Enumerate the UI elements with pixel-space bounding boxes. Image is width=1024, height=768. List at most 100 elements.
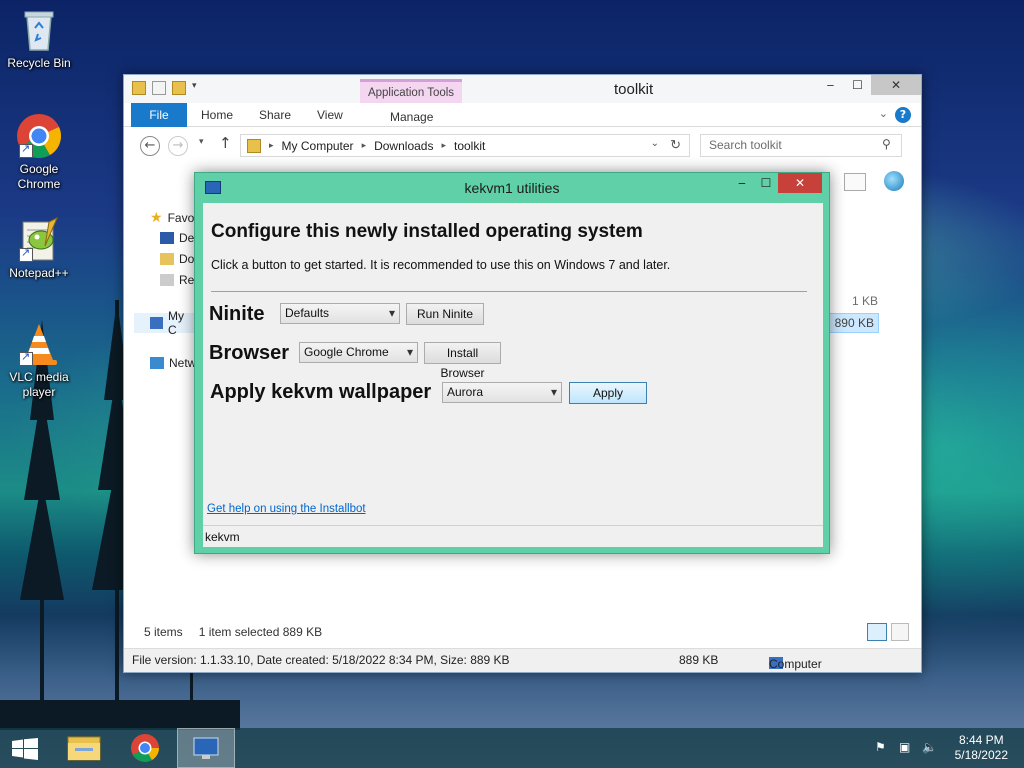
maximize-button[interactable]: ☐ xyxy=(754,173,778,193)
back-button[interactable]: ← xyxy=(140,136,160,156)
run-ninite-button[interactable]: Run Ninite xyxy=(406,303,484,325)
customize-toolbar-icon[interactable]: ▾ xyxy=(192,81,197,95)
close-button[interactable]: ✕ xyxy=(778,173,822,193)
nav-desktop-label: De xyxy=(179,231,195,245)
refresh-icon[interactable]: ↻ xyxy=(670,137,681,153)
apply-wallpaper-button[interactable]: Apply xyxy=(569,382,647,404)
minimize-button[interactable]: ‒ xyxy=(817,75,844,95)
help-link[interactable]: Get help on using the Installbot xyxy=(207,503,366,515)
minimize-button[interactable]: ‒ xyxy=(730,173,754,193)
preview-pane-icon[interactable] xyxy=(844,173,866,191)
recycle-bin-icon xyxy=(15,6,63,54)
nav-network[interactable]: Netw xyxy=(150,356,196,370)
file-size: 1 KB xyxy=(852,294,879,308)
monitor-icon xyxy=(193,737,219,759)
taskbar: ⚑ ▣ 🔈 8:44 PM 5/18/2022 xyxy=(0,728,1024,768)
nav-desktop[interactable]: De xyxy=(160,231,194,245)
divider xyxy=(211,291,807,292)
close-button[interactable]: ✕ xyxy=(871,75,921,95)
dialog-body: Configure this newly installed operating… xyxy=(203,203,823,547)
tab-share[interactable]: Share xyxy=(259,108,291,122)
breadcrumb-separator-icon: ▸ xyxy=(361,140,367,150)
dialog-title-bar[interactable]: kekvm1 utilities ‒ ☐ ✕ xyxy=(195,173,829,203)
explorer-title: toolkit xyxy=(614,81,654,98)
tab-file[interactable]: File xyxy=(131,103,187,127)
volume-muted-icon[interactable]: 🔈 xyxy=(922,740,938,756)
nav-favorites[interactable]: ★ Favo xyxy=(150,209,194,226)
nav-documents-label: Do xyxy=(179,252,195,266)
new-folder-icon[interactable] xyxy=(172,81,186,95)
browser-select[interactable]: Google Chrome xyxy=(299,342,418,363)
clock[interactable]: 8:44 PM 5/18/2022 xyxy=(955,733,1008,763)
help-icon[interactable]: ? xyxy=(895,107,911,123)
windows-start-icon[interactable] xyxy=(12,738,38,760)
properties-icon[interactable] xyxy=(152,81,166,95)
desktop-icon xyxy=(160,232,174,244)
nav-my-computer[interactable]: My C xyxy=(134,309,194,337)
selected-size: 889 KB xyxy=(282,625,323,639)
folder-icon[interactable] xyxy=(132,81,146,95)
clock-time: 8:44 PM xyxy=(958,733,1004,747)
shortcut-arrow-icon xyxy=(19,246,33,262)
breadcrumb-toolkit[interactable]: toolkit xyxy=(454,139,485,153)
nav-documents[interactable]: Do xyxy=(160,252,194,266)
tab-view[interactable]: View xyxy=(317,108,343,122)
selected-count: 1 item selected xyxy=(198,625,280,639)
taskbar-kekvm-utilities[interactable] xyxy=(177,728,235,768)
desktop-icon-google-chrome[interactable]: Google Chrome xyxy=(2,112,76,192)
application-tools-label: Application Tools xyxy=(367,87,455,99)
shortcut-arrow-icon xyxy=(19,350,33,366)
ninite-select[interactable]: Defaults xyxy=(280,303,400,324)
wallpaper-select[interactable]: Aurora xyxy=(442,382,562,403)
kekvm-utilities-dialog[interactable]: kekvm1 utilities ‒ ☐ ✕ Configure this ne… xyxy=(194,172,830,554)
quick-access-toolbar: ▾ xyxy=(132,81,197,95)
network-icon[interactable]: ▣ xyxy=(899,740,915,756)
shortcut-arrow-icon xyxy=(19,142,33,158)
search-input[interactable]: Search toolkit xyxy=(700,134,902,157)
search-icon[interactable]: ⚲ xyxy=(882,137,891,151)
recent-places-icon xyxy=(160,274,174,286)
dialog-heading: Configure this newly installed operating… xyxy=(211,221,643,242)
taskbar-file-explorer[interactable] xyxy=(55,728,113,768)
address-dropdown-icon[interactable]: ⌄ xyxy=(651,138,659,149)
address-row: ← → ▾ ↑ ▸ My Computer ▸ Downloads ▸ tool… xyxy=(124,127,921,161)
desktop-icon-label: Notepad++ xyxy=(9,266,69,280)
details-bar: File version: 1.1.33.10, Date created: 5… xyxy=(124,648,921,672)
desktop-icon-notepad-plus-plus[interactable]: Notepad++ xyxy=(2,216,76,281)
tab-manage[interactable]: Manage xyxy=(390,110,433,124)
tab-home[interactable]: Home xyxy=(201,108,233,122)
explorer-title-bar[interactable]: ▾ Application Tools toolkit ‒ ☐ ✕ xyxy=(124,75,921,125)
recent-locations-icon[interactable]: ▾ xyxy=(199,137,204,147)
folder-icon xyxy=(247,138,261,153)
details-view-icon[interactable] xyxy=(867,623,887,641)
maximize-button[interactable]: ☐ xyxy=(844,75,871,95)
explorer-window-controls: ‒ ☐ ✕ xyxy=(817,75,921,95)
taskbar-chrome[interactable] xyxy=(116,728,174,768)
nav-recent[interactable]: Re xyxy=(160,273,194,287)
desktop-icon-recycle-bin[interactable]: Recycle Bin xyxy=(2,6,76,71)
chevron-down-icon[interactable]: ⌄ xyxy=(879,107,888,120)
ninite-label: Ninite xyxy=(209,303,265,325)
breadcrumb-my-computer[interactable]: My Computer xyxy=(282,139,354,153)
desktop-icon-vlc[interactable]: VLC media player xyxy=(2,320,76,400)
file-explorer-icon xyxy=(67,736,101,761)
chrome-icon xyxy=(131,734,159,762)
large-icons-view-icon[interactable] xyxy=(891,623,909,641)
nav-my-computer-label: My C xyxy=(168,309,184,337)
file-size-selected[interactable]: 890 KB xyxy=(829,313,879,333)
details-location: Computer xyxy=(769,657,822,671)
desktop-icon-label: Google Chrome xyxy=(17,162,61,191)
star-icon: ★ xyxy=(150,209,163,225)
forward-button[interactable]: → xyxy=(168,136,188,156)
explorer-status: 5 items 1 item selected 889 KB xyxy=(144,625,322,639)
nav-recent-label: Re xyxy=(179,273,195,287)
address-bar[interactable]: ▸ My Computer ▸ Downloads ▸ toolkit ⌄ ↻ xyxy=(240,134,690,157)
details-size: 889 KB xyxy=(679,653,719,667)
nav-network-label: Netw xyxy=(169,356,197,370)
breadcrumb-downloads[interactable]: Downloads xyxy=(374,139,433,153)
install-browser-button[interactable]: Install Browser xyxy=(424,342,501,380)
action-center-flag-icon[interactable]: ⚑ xyxy=(875,740,891,756)
up-button[interactable]: ↑ xyxy=(219,134,232,152)
wallpaper-label: Apply kekvm wallpaper xyxy=(210,381,432,403)
globe-icon[interactable] xyxy=(884,171,904,191)
